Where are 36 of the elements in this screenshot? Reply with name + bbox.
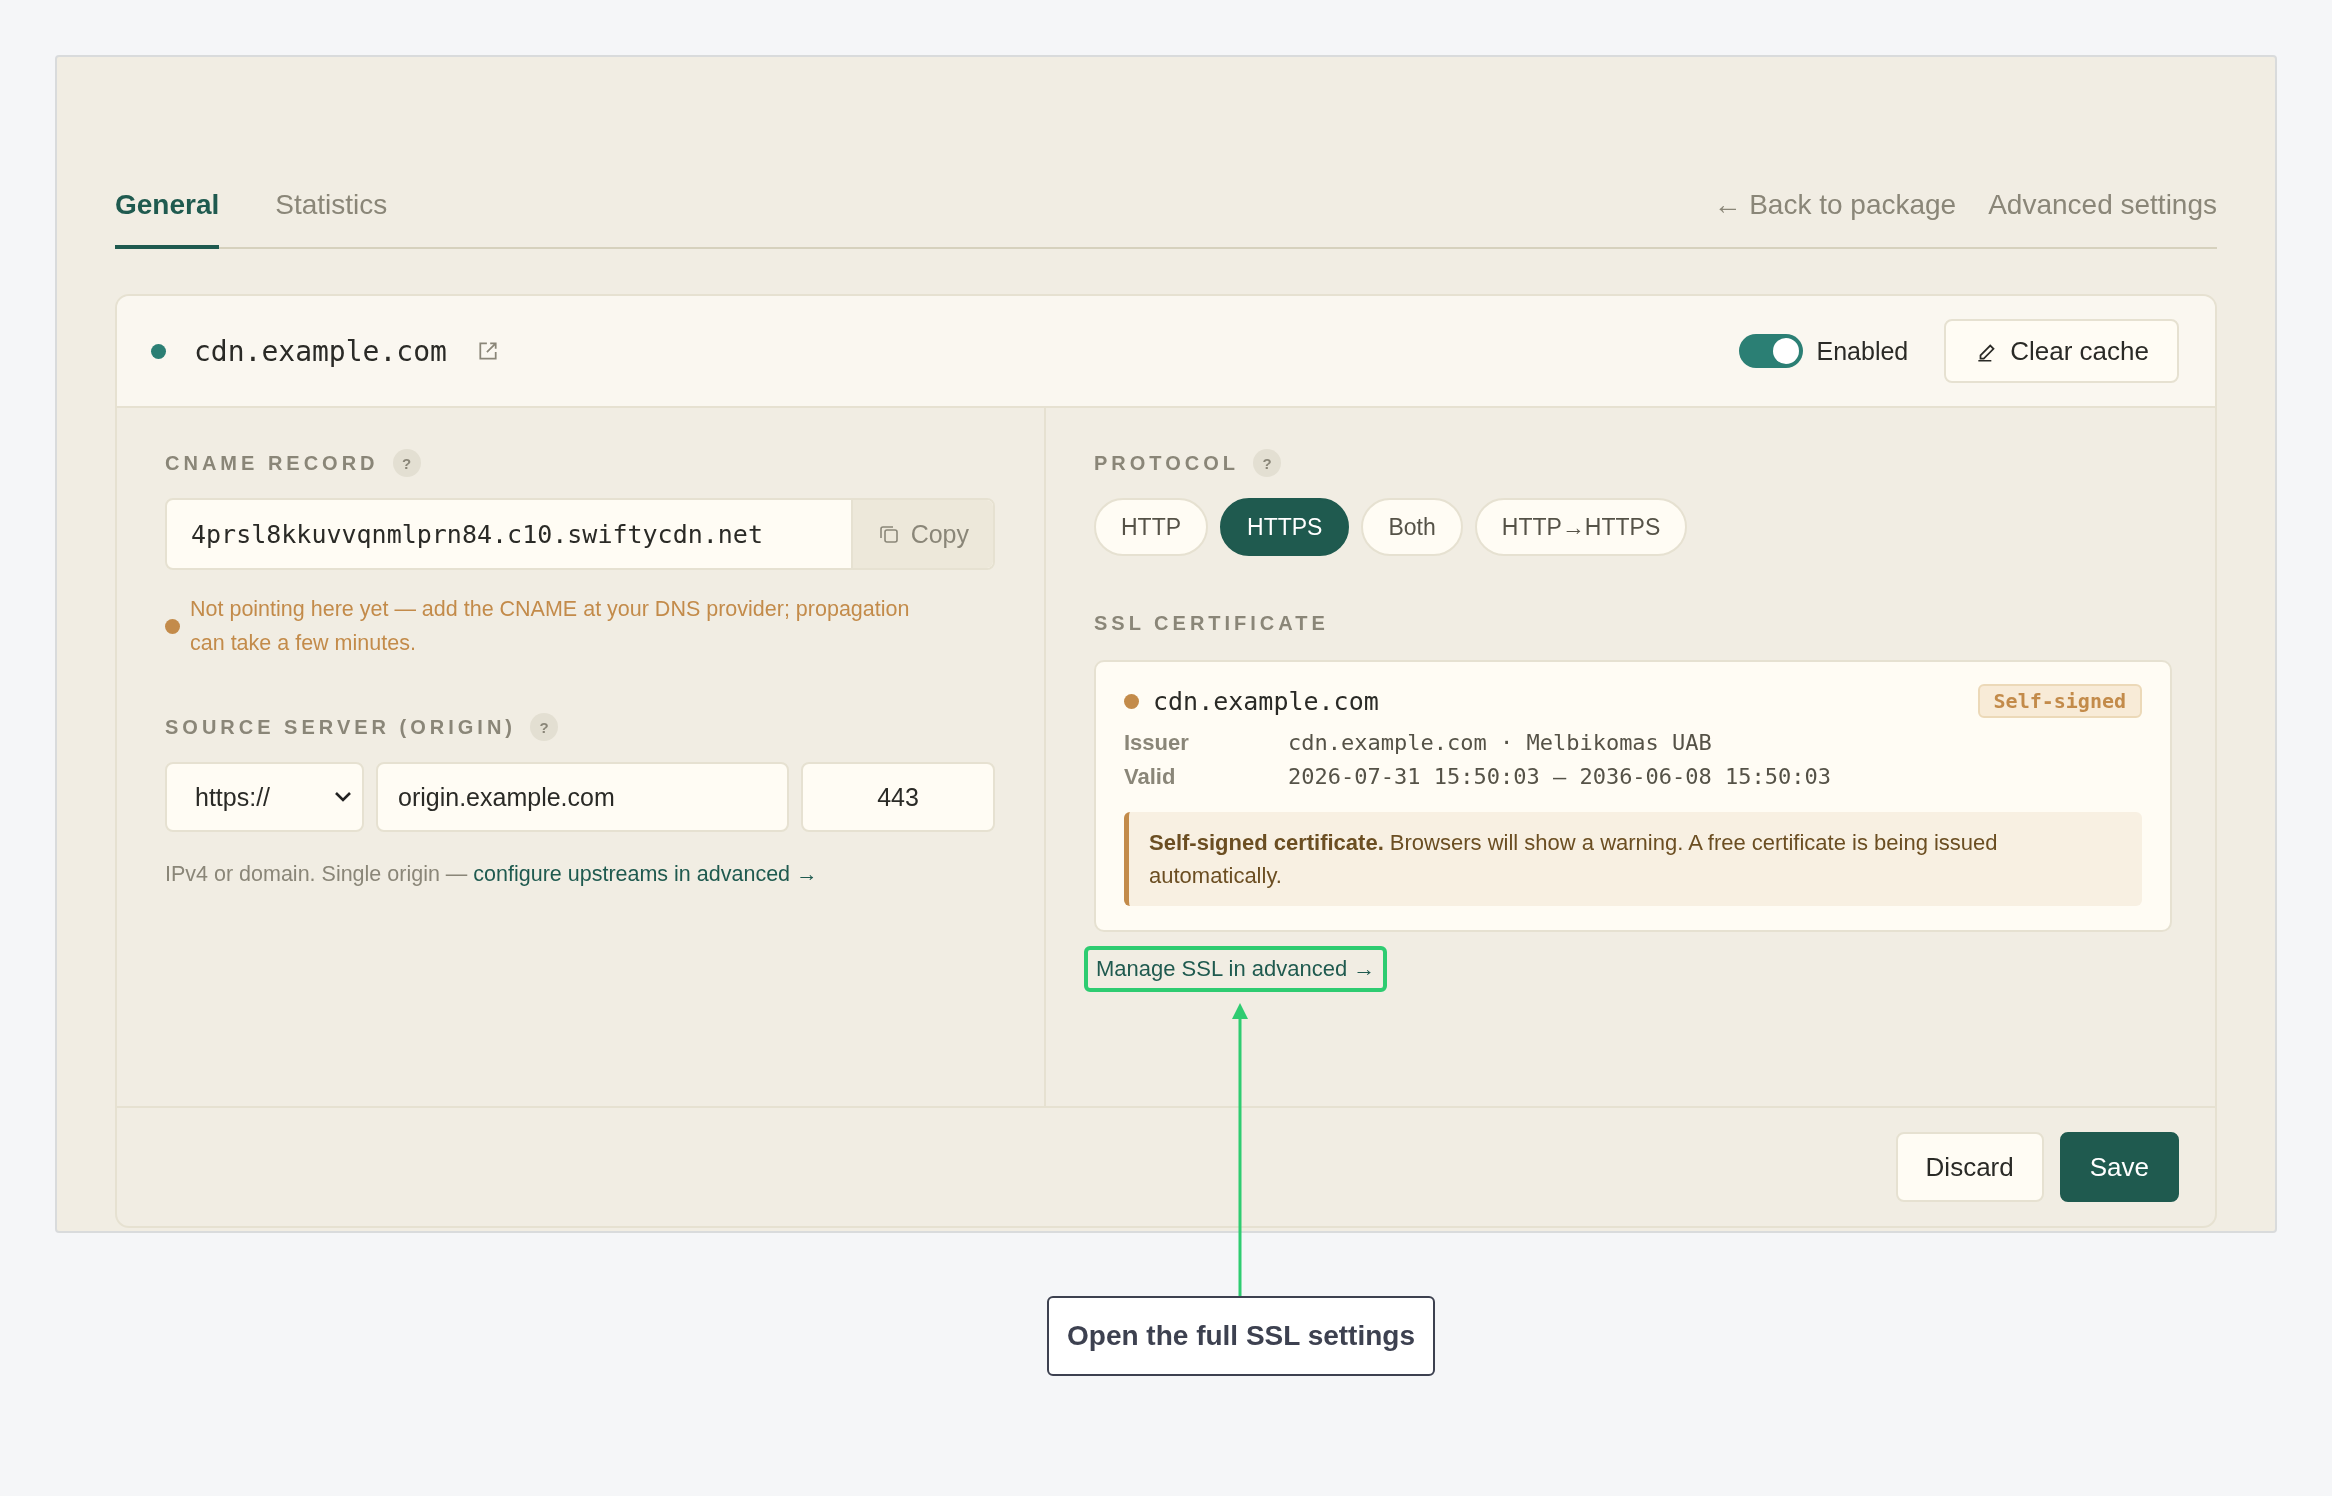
section-label: SSL CERTIFICATE [1094,611,1329,635]
section-label: SOURCE SERVER (ORIGIN) [165,715,516,739]
toggle-label: Enabled [1816,336,1909,366]
scheme-select[interactable]: https:// [165,762,364,832]
field-value: cdn.example.com · Melbikomas UAB [1288,730,1713,756]
field-value: 2026-07-31 15:50:03 — 2036-06-08 15:50:03 [1288,764,1833,790]
host-field[interactable]: origin.example.com [376,762,789,832]
manage-ssl-link[interactable]: Manage SSL in advanced → [1084,946,1388,992]
warning-dot [165,618,180,634]
enabled-toggle[interactable] [1738,334,1803,368]
warning-text: Not pointing here yet — add the CNAME at your DNS provider; propagation can take a few minutes. [190,596,911,657]
field-label: Issuer [1124,730,1190,756]
origin-hint: IPv4 or domain. Single origin — configure upstreams in advanced → [165,862,819,887]
field-label: Valid [1124,764,1177,790]
upstreams-link[interactable]: configure upstreams in advanced → [473,862,818,886]
protocol-option[interactable]: HTTP→HTTPS [1474,498,1688,556]
port-field[interactable]: 443 [801,762,995,832]
section-label: PROTOCOL [1094,451,1239,475]
clear-cache-button[interactable]: Clear cache [1944,319,2179,383]
protocol-option[interactable]: HTTP [1094,498,1209,556]
section-label: CNAME RECORD [165,451,379,475]
discard-button[interactable]: Discard [1895,1132,2044,1202]
certificate-domain: cdn.example.com [1153,686,1379,716]
self-signed-badge: Self-signed [1977,684,2142,718]
domain-name: cdn.example.com [194,334,447,368]
save-button[interactable]: Save [2059,1132,2179,1202]
certificate-status-dot [1124,693,1139,709]
certificate-notice: Self-signed certificate. Browsers will show a warning. A free certificate is being issued automatically. [1124,812,2142,906]
external-link-icon[interactable] [476,340,499,362]
tab[interactable]: General [115,189,220,249]
protocol-option[interactable]: Both [1361,498,1463,556]
cname-field[interactable]: 4prsl8kkuvvqnmlprn84.c10.swiftycdn.net Copy [165,498,995,570]
chevron-down-icon [334,791,352,803]
protocol-option[interactable]: HTTPS [1220,498,1350,556]
status-dot [151,343,166,359]
annotation-callout: Open the full SSL settings [1047,1296,1435,1376]
